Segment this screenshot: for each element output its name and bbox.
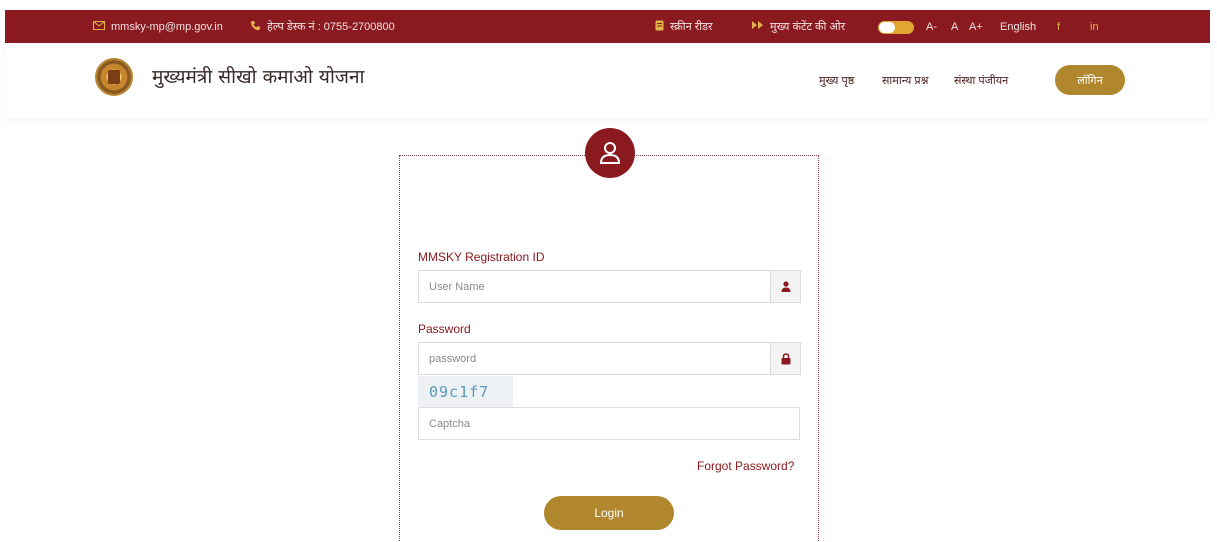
password-field [418,342,801,375]
phone-icon [250,20,261,34]
password-input[interactable] [419,343,769,374]
skip-to-main-link[interactable]: मुख्य कंटेंट की ओर [752,10,845,43]
password-label: Password [418,322,471,336]
screen-reader-text[interactable]: स्क्रीन रीडर [670,19,712,34]
username-field [418,270,801,303]
helpdesk-text: हेल्प डेस्क नं : 0755-2700800 [267,21,395,33]
login-button[interactable]: Login [544,496,674,530]
logo-emblem [108,70,120,84]
font-normal-button[interactable]: A [951,10,958,43]
site-title[interactable]: मुख्यमंत्री सीखो कमाओ योजना [152,63,364,89]
nav-faq[interactable]: सामान्य प्रश्न [882,73,928,88]
helpdesk-info: हेल्प डेस्क नं : 0755-2700800 [250,10,395,43]
mp-government-logo[interactable] [95,58,133,96]
forgot-password-link[interactable]: Forgot Password? [697,459,794,473]
captcha-input[interactable] [419,408,789,439]
envelope-icon [93,20,105,33]
email-link[interactable]: mmsky-mp@mp.gov.in [93,10,223,43]
linkedin-icon[interactable]: in [1090,10,1099,43]
screen-reader-icon [655,20,664,34]
user-icon [770,271,800,302]
email-text[interactable]: mmsky-mp@mp.gov.in [111,21,223,33]
skip-to-main-text[interactable]: मुख्य कंटेंट की ओर [770,19,845,34]
font-increase-button[interactable]: A+ [969,10,983,43]
nav-institution-registration[interactable]: संस्था पंजीयन [954,73,1008,88]
screen-reader-link[interactable]: स्क्रीन रीडर [655,10,712,43]
header-login-button[interactable]: लॉगिन [1055,65,1125,95]
lock-icon [770,343,800,374]
facebook-icon[interactable]: f [1057,10,1060,43]
font-decrease-button[interactable]: A- [926,10,937,43]
nav-home[interactable]: मुख्य पृष्ठ [819,73,854,88]
user-avatar-icon [585,128,635,178]
toggle-knob [879,22,895,33]
top-bar: mmsky-mp@mp.gov.in हेल्प डेस्क नं : 0755… [5,10,1210,43]
language-switch[interactable]: English [1000,10,1036,43]
username-input[interactable] [419,271,769,302]
contrast-toggle[interactable] [878,21,914,34]
captcha-field [418,407,800,440]
site-header: मुख्यमंत्री सीखो कमाओ योजना मुख्य पृष्ठ … [5,43,1210,119]
captcha-image: 09c1f7 [418,376,513,407]
registration-id-label: MMSKY Registration ID [418,250,545,264]
fast-forward-icon [752,21,764,32]
